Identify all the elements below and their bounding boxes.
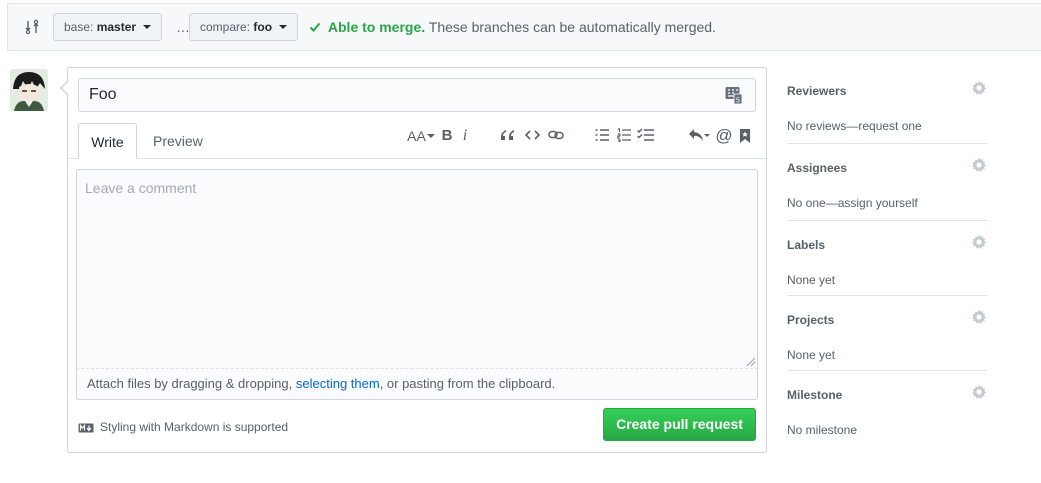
sidebar-reviewers: Reviewers No reviews—request one (787, 80, 987, 133)
bookmark-icon[interactable] (739, 128, 751, 148)
gear-icon[interactable] (971, 234, 987, 250)
compare-bar: base: master … compare: foo Able to merg… (7, 3, 1041, 51)
milestone-value: No milestone (787, 423, 858, 437)
tab-preview[interactable]: Preview (141, 123, 215, 159)
milestone-heading[interactable]: Milestone (787, 388, 987, 402)
compare-arrows-icon (25, 19, 39, 35)
attach-files-bar[interactable]: Attach files by dragging & dropping, sel… (76, 368, 758, 400)
code-icon[interactable] (525, 129, 540, 149)
task-list-icon[interactable] (637, 128, 654, 148)
italic-icon[interactable]: i (460, 126, 470, 146)
gear-icon[interactable] (971, 80, 987, 96)
svg-text:5: 5 (736, 98, 740, 105)
compare-prefix: compare: (200, 20, 251, 34)
check-icon (309, 22, 321, 32)
comment-placeholder: Leave a comment (85, 180, 197, 196)
text-size-icon[interactable]: AA (407, 126, 435, 146)
comment-textarea[interactable]: Leave a comment (76, 169, 758, 369)
sidebar-milestone: Milestone No milestone (787, 384, 987, 437)
base-prefix: base: (64, 20, 94, 34)
assignees-heading[interactable]: Assignees (787, 161, 987, 175)
assignees-value: No one—assign yourself (787, 196, 918, 210)
merge-status: Able to merge. These branches can be aut… (309, 19, 716, 35)
markdown-note[interactable]: Styling with Markdown is supported (78, 420, 288, 434)
projects-value: None yet (787, 348, 836, 362)
quote-icon[interactable] (500, 128, 515, 148)
compare-branch-name: foo (253, 20, 273, 34)
labels-heading[interactable]: Labels (787, 238, 987, 252)
chevron-down-icon (279, 24, 288, 29)
projects-heading[interactable]: Projects (787, 313, 987, 327)
bold-icon[interactable]: B (441, 126, 453, 146)
title-input[interactable]: Foo (78, 78, 756, 112)
ordered-list-icon[interactable] (617, 128, 631, 148)
gear-icon[interactable] (971, 157, 987, 173)
resize-handle-icon[interactable] (746, 357, 756, 367)
gear-icon[interactable] (971, 309, 987, 325)
sidebar-labels: Labels None yet (787, 234, 987, 287)
saved-replies-icon[interactable]: 5 (725, 86, 742, 104)
create-pull-request-button[interactable]: Create pull request (603, 408, 756, 441)
avatar[interactable] (10, 69, 48, 111)
merge-status-label: Able to merge. (327, 19, 426, 35)
gear-icon[interactable] (971, 384, 987, 400)
chevron-down-icon (143, 24, 152, 29)
tab-write[interactable]: Write (78, 123, 137, 159)
compare-branch-button[interactable]: compare: foo (189, 13, 299, 41)
base-branch-name: master (96, 20, 137, 34)
select-files-link[interactable]: selecting them (296, 376, 380, 391)
mention-icon[interactable]: @ (715, 126, 733, 146)
merge-status-message: These branches can be automatically merg… (428, 19, 716, 35)
avatar-image (10, 69, 48, 111)
base-branch-button[interactable]: base: master (53, 13, 163, 41)
sidebar-projects: Projects None yet (787, 309, 987, 362)
unordered-list-icon[interactable] (595, 128, 609, 148)
reviewers-heading[interactable]: Reviewers (787, 84, 987, 98)
markdown-icon (78, 423, 94, 433)
labels-value: None yet (787, 273, 836, 287)
sidebar-assignees: Assignees No one—assign yourself (787, 157, 987, 210)
reply-icon[interactable] (688, 128, 710, 148)
link-icon[interactable] (548, 129, 564, 149)
reviewers-value: No reviews—request one (787, 119, 922, 133)
